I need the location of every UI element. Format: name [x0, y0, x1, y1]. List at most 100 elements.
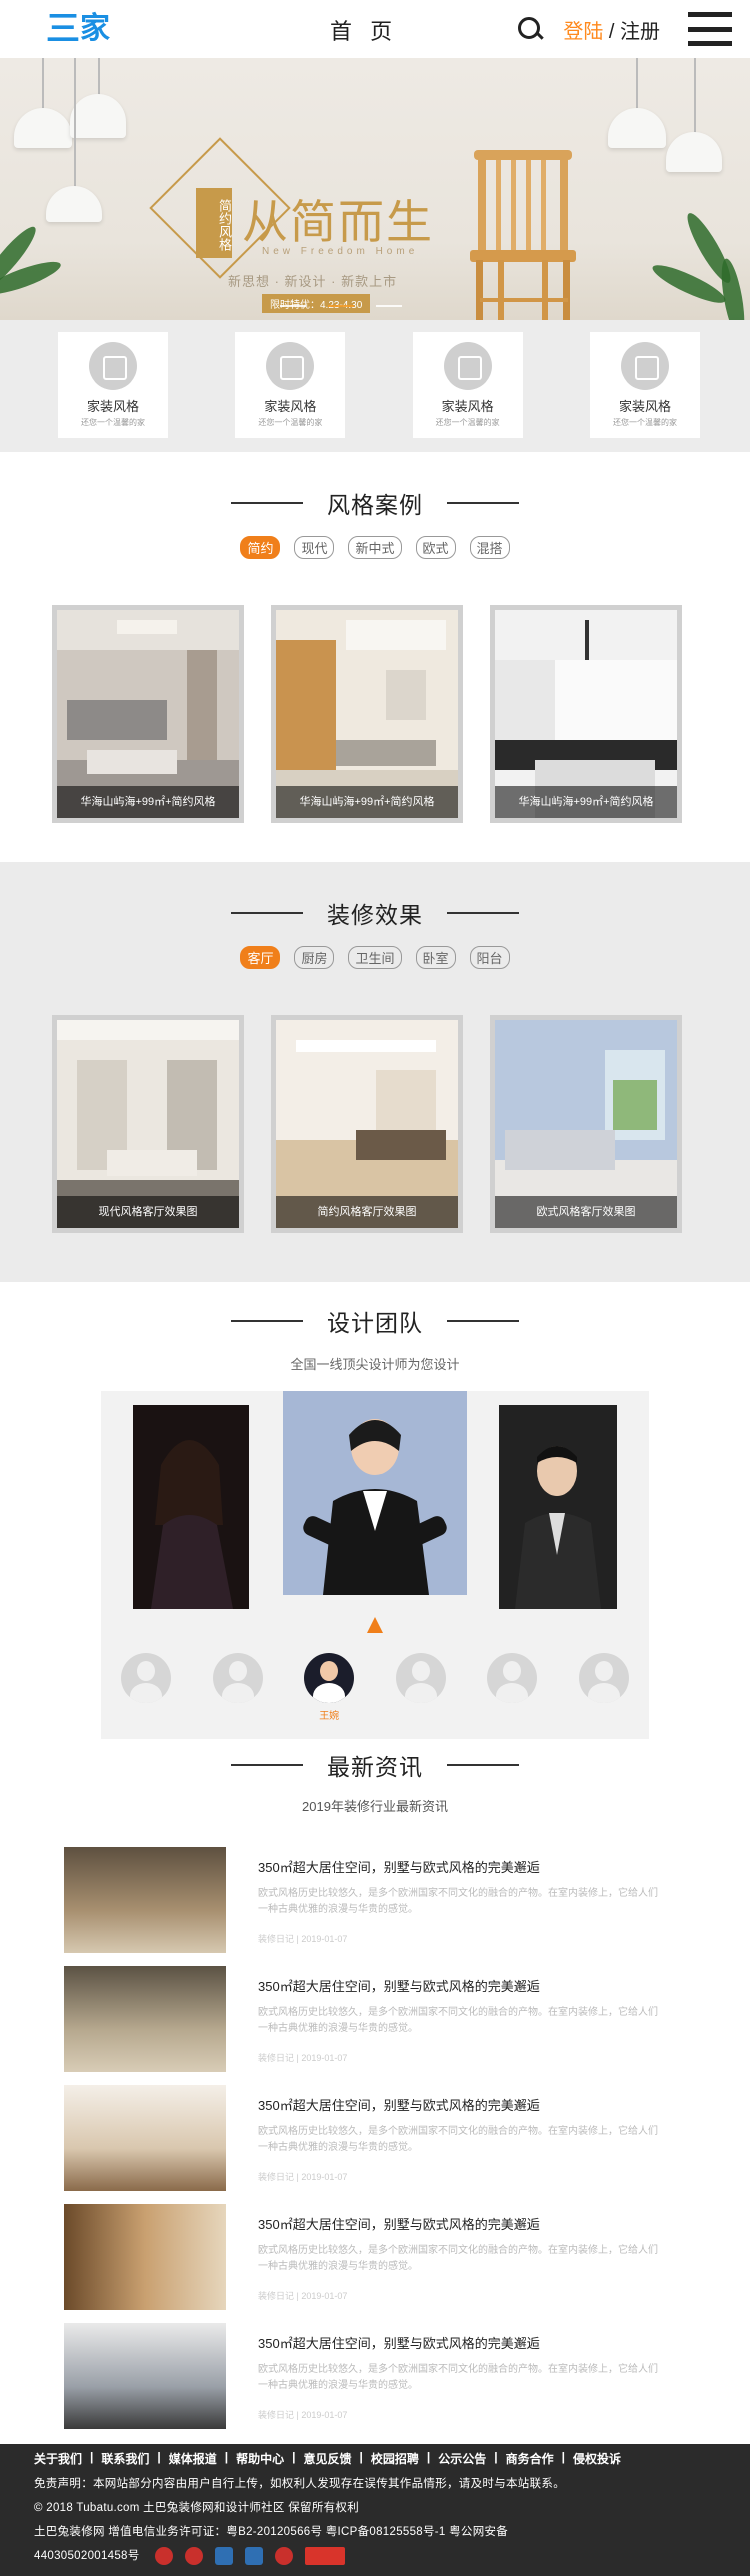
news-date: 装修日记 | 2019-01-07: [258, 2172, 348, 2182]
effect-card[interactable]: 简约风格客厅效果图: [271, 1015, 463, 1233]
designer-portrait: [499, 1405, 617, 1609]
designer-avatar[interactable]: [485, 1653, 539, 1722]
tab-room[interactable]: 卫生间: [348, 946, 402, 969]
news-desc: 欧式风格历史比较悠久，是多个欧洲国家不同文化的融合的产物。在室内装修上，它给人们…: [258, 2245, 658, 2272]
designer-avatar-active[interactable]: 王婉: [302, 1653, 356, 1722]
news-desc: 欧式风格历史比较悠久，是多个欧洲国家不同文化的融合的产物。在室内装修上，它给人们…: [258, 2007, 658, 2034]
designer-name: 王婉: [319, 1711, 340, 1722]
tab-style[interactable]: 新中式: [348, 536, 402, 559]
footer-link[interactable]: 校园招聘: [371, 2450, 419, 2467]
section-subtitle: 2019年装修行业最新资讯: [302, 1799, 448, 1814]
quick-entry-title: 家装风格: [264, 399, 317, 414]
banner-slogan: 从简而生: [242, 195, 434, 249]
footer-link[interactable]: 侵权投诉: [573, 2450, 621, 2467]
trust-seal-icon[interactable]: [185, 2547, 204, 2565]
tab-room[interactable]: 阳台: [469, 946, 510, 969]
carousel-dot[interactable]: [280, 305, 306, 307]
case-card[interactable]: 华海山屿海+99㎡+简约风格: [52, 605, 244, 823]
quick-entry[interactable]: 家装风格 还您一个温馨的家: [235, 332, 346, 438]
designer-avatar[interactable]: [211, 1653, 265, 1722]
designer-photo[interactable]: [133, 1405, 249, 1609]
news-item[interactable]: 350㎡超大居住空间，别墅与欧式风格的完美邂逅 欧式风格历史比较悠久，是多个欧洲…: [0, 2085, 750, 2191]
designer-photo-featured[interactable]: [283, 1391, 467, 1595]
quick-entry-sub: 还您一个温馨的家: [258, 418, 323, 427]
carousel-dot-active[interactable]: [328, 305, 354, 307]
house-icon: [89, 342, 137, 390]
nav-home-link[interactable]: 首 页: [330, 14, 398, 46]
case-caption: 华海山屿海+99㎡+简约风格: [57, 786, 239, 818]
news-title[interactable]: 350㎡超大居住空间，别墅与欧式风格的完美邂逅: [258, 1857, 658, 1876]
tab-style-active[interactable]: 简约: [240, 536, 281, 559]
news-title[interactable]: 350㎡超大居住空间，别墅与欧式风格的完美邂逅: [258, 2333, 658, 2352]
footer-link[interactable]: 联系我们: [101, 2450, 149, 2467]
certified-site-icon[interactable]: [305, 2547, 346, 2565]
footer-links: 关于我们 | 联系我们 | 媒体报道 | 帮助中心 | 意见反馈 | 校园招聘 | 公示公告…: [34, 2450, 622, 2467]
news-item[interactable]: 350㎡超大居住空间，别墅与欧式风格的完美邂逅 欧式风格历史比较悠久，是多个欧洲…: [0, 1966, 750, 2072]
news-date: 装修日记 | 2019-01-07: [258, 2053, 348, 2063]
designer-photo[interactable]: [499, 1405, 617, 1609]
footer-link[interactable]: 公示公告: [438, 2450, 486, 2467]
police-badge-icon[interactable]: [155, 2547, 174, 2565]
verified-site-icon[interactable]: [215, 2547, 234, 2565]
footer-link[interactable]: 媒体报道: [169, 2450, 217, 2467]
news-thumbnail: [64, 1847, 226, 1953]
effect-caption: 欧式风格客厅效果图: [495, 1196, 677, 1228]
news-date: 装修日记 | 2019-01-07: [258, 2410, 348, 2420]
hamburger-menu-icon[interactable]: [688, 12, 732, 46]
logo-mark: 三: [46, 10, 80, 48]
news-item[interactable]: 350㎡超大居住空间，别墅与欧式风格的完美邂逅 欧式风格历史比较悠久，是多个欧洲…: [0, 2204, 750, 2310]
news-title[interactable]: 350㎡超大居住空间，别墅与欧式风格的完美邂逅: [258, 2095, 658, 2114]
carousel-indicators: [280, 305, 402, 307]
news-list: 350㎡超大居住空间，别墅与欧式风格的完美邂逅 欧式风格历史比较悠久，是多个欧洲…: [0, 1847, 750, 2429]
quick-entry[interactable]: 家装风格 还您一个温馨的家: [58, 332, 168, 438]
footer-link[interactable]: 意见反馈: [304, 2450, 352, 2467]
news-title[interactable]: 350㎡超大居住空间，别墅与欧式风格的完美邂逅: [258, 2214, 658, 2233]
banner-english: New Freedom Home: [262, 246, 419, 257]
news-desc: 欧式风格历史比较悠久，是多个欧洲国家不同文化的融合的产物。在室内装修上，它给人们…: [258, 1888, 658, 1915]
tab-room[interactable]: 厨房: [294, 946, 335, 969]
hero-banner[interactable]: 简约风格 从简而生 New Freedom Home 新思想 · 新设计 · 新…: [0, 58, 750, 320]
designer-avatar[interactable]: [577, 1653, 631, 1722]
quick-entry[interactable]: 家装风格 还您一个温馨的家: [589, 332, 700, 438]
page: 三 家 首 页 登陆 / 注册 简约风格 从简而生 New Freedom Ho…: [0, 0, 750, 2576]
case-card[interactable]: 华海山屿海+99㎡+简约风格: [490, 605, 682, 823]
designer-avatar[interactable]: [119, 1653, 173, 1722]
login-link[interactable]: 登陆: [563, 21, 603, 43]
top-nav: 三 家 首 页 登陆 / 注册: [0, 0, 750, 58]
news-thumbnail: [64, 1966, 226, 2072]
news-title[interactable]: 350㎡超大居住空间，别墅与欧式风格的完美邂逅: [258, 1976, 658, 1995]
register-link[interactable]: 注册: [620, 21, 660, 43]
style-tabs: 简约 现代 新中式 欧式 混搭: [0, 536, 750, 559]
map-pin-icon: [443, 342, 492, 390]
tab-room[interactable]: 卧室: [415, 946, 456, 969]
carousel-dot[interactable]: [376, 305, 402, 307]
effect-card[interactable]: 欧式风格客厅效果图: [490, 1015, 682, 1233]
quick-entry-title: 家装风格: [441, 399, 494, 414]
footer-link[interactable]: 帮助中心: [236, 2450, 284, 2467]
case-card[interactable]: 华海山屿海+99㎡+简约风格: [271, 605, 463, 823]
quick-entry-title: 家装风格: [86, 399, 139, 414]
search-icon[interactable]: [515, 14, 545, 44]
news-thumbnail: [64, 2323, 226, 2429]
tab-style[interactable]: 现代: [294, 536, 335, 559]
credit-seal-icon[interactable]: [275, 2547, 294, 2565]
tab-room-active[interactable]: 客厅: [240, 946, 281, 969]
news-item[interactable]: 350㎡超大居住空间，别墅与欧式风格的完美邂逅 欧式风格历史比较悠久，是多个欧洲…: [0, 1847, 750, 1953]
footer-link[interactable]: 关于我们: [34, 2450, 82, 2467]
effect-card[interactable]: 现代风格客厅效果图: [52, 1015, 244, 1233]
avatar: [212, 1653, 263, 1703]
banner-limited-offer: 限时特优：4.23-4.30: [262, 294, 371, 313]
designer-avatar[interactable]: [394, 1653, 448, 1722]
tab-style[interactable]: 欧式: [415, 536, 456, 559]
tab-style[interactable]: 混搭: [469, 536, 510, 559]
news-item[interactable]: 350㎡超大居住空间，别墅与欧式风格的完美邂逅 欧式风格历史比较悠久，是多个欧洲…: [0, 2323, 750, 2429]
logo[interactable]: 三 家: [46, 12, 110, 46]
quick-entry[interactable]: 家装风格 还您一个温馨的家: [412, 332, 523, 438]
security-shield-icon[interactable]: [245, 2547, 264, 2565]
lamp-cord: [74, 58, 76, 188]
footer-link[interactable]: 商务合作: [506, 2450, 554, 2467]
pendant-lamp-icon: [46, 186, 102, 222]
banner-subline: 新思想 · 新设计 · 新款上市: [228, 274, 398, 289]
team-carousel: 王婉: [101, 1391, 649, 1739]
auth-divider: /: [603, 20, 620, 43]
